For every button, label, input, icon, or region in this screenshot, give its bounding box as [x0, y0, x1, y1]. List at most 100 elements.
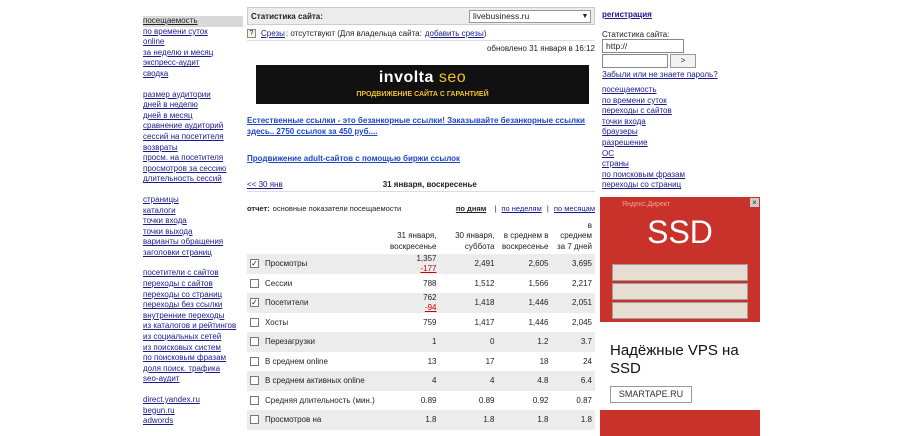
left-menu-item[interactable]: просм. на посетителя: [143, 153, 243, 164]
table-header-row: 31 января, воскресенье 30 января, суббот…: [247, 216, 595, 254]
left-menu-item[interactable]: переходы со страниц: [143, 290, 243, 301]
server-icon: [612, 283, 748, 300]
metric-checkbox[interactable]: ✓: [250, 298, 259, 308]
left-menu-item[interactable]: посетители с сайтов: [143, 268, 243, 279]
site-url-input[interactable]: http://: [602, 39, 684, 53]
metric-checkbox[interactable]: [250, 376, 259, 386]
value-yesterday: 1.8: [439, 410, 498, 430]
left-menu-item[interactable]: возвраты: [143, 143, 243, 154]
right-column: регистрация Статистика сайта: http:// > …: [602, 10, 762, 191]
value-yesterday: 0: [439, 332, 498, 352]
left-menu-item[interactable]: дней в месяц: [143, 111, 243, 122]
left-menu-item[interactable]: дней в неделю: [143, 100, 243, 111]
right-menu-item[interactable]: переходы со страниц: [602, 180, 762, 191]
left-menu-item[interactable]: просмотров за сессию: [143, 164, 243, 175]
metric-checkbox[interactable]: ✓: [250, 259, 259, 269]
left-menu-item[interactable]: посещаемость: [143, 16, 243, 27]
left-menu-group: direct.yandex.ru begun.ru adwords: [143, 395, 243, 427]
left-menu-item[interactable]: доля поиск. трафика: [143, 364, 243, 375]
value-avg-7d: 3.7: [551, 332, 595, 352]
right-menu-item[interactable]: по поисковым фразам: [602, 170, 762, 181]
main-content: Статистика сайта: livebusiness.ru ▼ ? Ср…: [247, 7, 595, 430]
metric-checkbox[interactable]: [250, 395, 259, 405]
left-menu-item[interactable]: переходы с сайтов: [143, 279, 243, 290]
metric-checkbox[interactable]: [250, 337, 259, 347]
metric-checkbox[interactable]: [250, 356, 259, 366]
prev-day-link[interactable]: << 30 янв: [247, 180, 283, 191]
left-menu-item[interactable]: из каталогов и рейтингов: [143, 321, 243, 332]
left-menu-item[interactable]: размер аудитории: [143, 90, 243, 101]
forgot-password-link[interactable]: Забыли или не знаете пароль?: [602, 70, 762, 79]
period-days[interactable]: по дням: [456, 204, 486, 213]
ad-title[interactable]: Надёжные VPS на SSD: [610, 342, 760, 378]
left-menu-group: посещаемость по времени суток online за нед…: [143, 16, 243, 80]
period-weeks[interactable]: по неделям: [501, 204, 541, 213]
value-avg-sunday: 1.8: [497, 410, 552, 430]
left-menu-item[interactable]: заголовки страниц: [143, 248, 243, 259]
ad-domain[interactable]: SMARTAPE.RU: [610, 386, 692, 403]
metric-name-cell: Сессии: [247, 274, 387, 294]
ad-image: Яндекс.Директ × SSD: [600, 197, 760, 322]
right-menu-item[interactable]: переходы с сайтов: [602, 106, 762, 117]
close-icon[interactable]: ×: [750, 198, 759, 207]
left-menu-item[interactable]: по времени суток: [143, 27, 243, 38]
left-menu-item[interactable]: точки выхода: [143, 227, 243, 238]
right-menu-item[interactable]: ОС: [602, 149, 762, 160]
metric-name: Хосты: [265, 317, 289, 327]
left-menu-item[interactable]: adwords: [143, 416, 243, 427]
left-menu-item[interactable]: переходы без ссылки: [143, 300, 243, 311]
ad-image-2[interactable]: [600, 410, 760, 436]
involta-banner[interactable]: involta seo ПРОДВИЖЕНИЕ САЙТА С ГАРАНТИЕ…: [256, 65, 589, 104]
left-menu-item[interactable]: по поисковым фразам: [143, 353, 243, 364]
left-menu-item[interactable]: каталоги: [143, 206, 243, 217]
left-menu-item[interactable]: online: [143, 37, 243, 48]
left-menu-item[interactable]: direct.yandex.ru: [143, 395, 243, 406]
left-menu-item[interactable]: внутренние переходы: [143, 311, 243, 322]
value-avg-sunday: 18: [539, 356, 549, 366]
ad-link-backlinks[interactable]: Естественные ссылки - это безанкорные сс…: [247, 115, 595, 137]
left-menu-item[interactable]: варианты обращения: [143, 237, 243, 248]
left-menu-item[interactable]: begun.ru: [143, 406, 243, 417]
value-today: 1,357 -177: [387, 254, 440, 274]
metric-checkbox[interactable]: [250, 317, 259, 327]
metric-name-cell: Хосты: [247, 313, 387, 333]
ad-link-adult[interactable]: Продвижение adult-сайтов с помощью биржи…: [247, 154, 595, 163]
value-yesterday: 4: [439, 371, 498, 391]
site-select[interactable]: livebusiness.ru ▼: [469, 9, 591, 23]
password-input[interactable]: [602, 54, 668, 68]
col-avg-sunday-header: в среднем в воскресенье: [501, 231, 549, 251]
right-menu-item[interactable]: точки входа: [602, 117, 762, 128]
right-menu-item[interactable]: посещаемость: [602, 85, 762, 96]
col-avg-7d-header: в среднем за 7 дней: [556, 220, 592, 251]
help-icon[interactable]: ?: [247, 29, 256, 38]
metric-checkbox[interactable]: [250, 278, 259, 288]
right-menu-item[interactable]: разрешение: [602, 138, 762, 149]
ssd-ad[interactable]: Яндекс.Директ × SSD Надёжные VPS на SSD …: [600, 197, 760, 436]
left-menu-item[interactable]: из социальных сетей: [143, 332, 243, 343]
left-menu-item[interactable]: сессий на посетителя: [143, 132, 243, 143]
left-menu-group: посетители с сайтов переходы с сайтов пере…: [143, 268, 243, 385]
left-menu-item[interactable]: сравнение аудиторий: [143, 121, 243, 132]
delta-value[interactable]: -94: [390, 303, 437, 313]
right-menu-item[interactable]: браузеры: [602, 127, 762, 138]
value-avg-7d: 2,217: [571, 278, 592, 288]
left-menu-item[interactable]: экспресс-аудит: [143, 58, 243, 69]
left-menu-item[interactable]: seo-аудит: [143, 374, 243, 385]
register-link[interactable]: регистрация: [602, 10, 652, 19]
add-cuts-link[interactable]: добавить срезы: [425, 29, 484, 38]
left-menu-item[interactable]: длительность сессий: [143, 174, 243, 185]
delta-value[interactable]: -177: [390, 264, 436, 274]
left-menu-item[interactable]: из поисковых систем: [143, 343, 243, 354]
metric-name: Перезагрузки: [265, 337, 315, 346]
period-months[interactable]: по месяцам: [554, 204, 595, 213]
right-menu-item[interactable]: по времени суток: [602, 96, 762, 107]
left-menu-item[interactable]: за неделю и месяц: [143, 48, 243, 59]
left-menu-item[interactable]: точки входа: [143, 216, 243, 227]
cuts-link[interactable]: Срезы: [261, 29, 285, 38]
go-button[interactable]: >: [670, 54, 696, 68]
left-menu-item[interactable]: страницы: [143, 195, 243, 206]
right-menu-item[interactable]: страны: [602, 159, 762, 170]
left-menu-item[interactable]: сводка: [143, 69, 243, 80]
metric-checkbox[interactable]: [250, 415, 259, 425]
value-avg-7d: 6.4: [551, 371, 595, 391]
